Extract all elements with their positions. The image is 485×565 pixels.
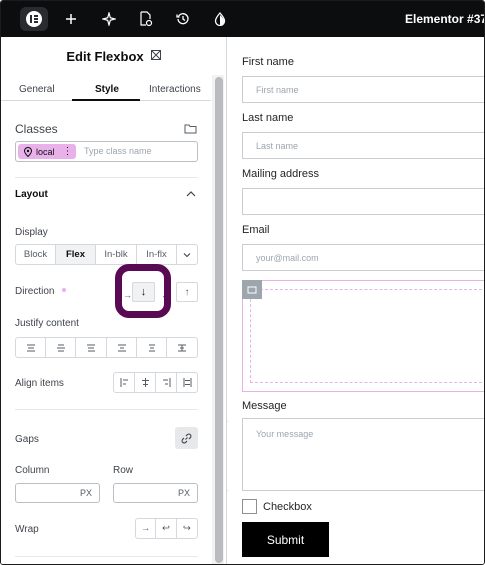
history-icon[interactable] [174,10,192,28]
wrap-toggle: → ↩ ↪ [135,518,198,539]
divider [15,556,198,557]
column-gap-unit[interactable]: PX [80,488,92,498]
align-items-label: Align items [15,378,64,389]
wrap-reverse-arrow-icon[interactable]: ↪ [177,519,197,538]
panel-header: Edit Flexbox [1,37,226,75]
canvas-preview: First name First name Last name Last nam… [228,37,484,564]
display-inline-flex-button[interactable]: In-flx [137,245,177,264]
row-gap-unit[interactable]: PX [178,488,190,498]
last-name-placeholder: Last name [256,141,299,151]
submit-button[interactable]: Submit [242,522,329,557]
flexbox-icon [150,49,162,64]
email-label: Email [242,224,270,236]
justify-space-around-button[interactable] [137,338,167,357]
tab-style[interactable]: Style [95,84,119,95]
wrap-arrow-icon[interactable]: ↩ [156,519,177,538]
align-items-toggle [113,372,198,393]
highlight-annotation-ring [115,264,171,318]
row-gap-input[interactable]: PX [113,483,198,503]
folder-icon[interactable] [184,123,197,137]
theme-drop-icon[interactable] [211,10,229,28]
app-frame: Elementor #373 Edit Flexbox General Styl… [0,0,485,565]
tab-general[interactable]: General [19,84,55,95]
style-indicator-dot [62,288,66,292]
align-center-button[interactable] [135,373,156,392]
row-gap-label: Row [113,465,134,476]
plus-icon[interactable] [62,10,80,28]
column-gap-input[interactable]: PX [15,483,100,503]
top-bar: Elementor #373 [1,1,485,37]
divider [15,409,198,410]
tab-interactions[interactable]: Interactions [149,84,201,95]
divider [15,177,198,178]
display-inline-block-button[interactable]: In-blk [96,245,137,264]
class-name-placeholder: Type class name [84,146,152,156]
class-selector-input[interactable]: local ⋮ Type class name [15,141,198,162]
justify-space-evenly-button[interactable] [167,338,197,357]
checkbox-label: Checkbox [263,501,312,513]
align-stretch-button[interactable] [177,373,197,392]
elementor-logo-icon[interactable] [20,7,48,31]
container-handle-icon[interactable] [242,280,262,299]
justify-content-label: Justify content [15,318,79,329]
display-block-button[interactable]: Block [16,245,56,264]
last-name-field[interactable]: Last name [242,132,484,159]
first-name-placeholder: First name [256,85,299,95]
panel-scroll-thumb[interactable] [215,77,223,563]
email-field[interactable]: your@mail.com [242,244,484,271]
display-flex-button[interactable]: Flex [56,245,96,264]
checkbox-input[interactable] [242,499,257,514]
message-label: Message [242,400,287,412]
chevron-up-icon[interactable] [186,189,196,201]
display-toggle: Block Flex In-blk In-flx [15,244,198,265]
justify-space-between-button[interactable] [107,338,137,357]
justify-end-button[interactable] [76,338,107,357]
map-pin-icon [23,146,33,157]
classes-label: Classes [15,122,58,136]
class-chip-label: local [36,146,55,157]
chevron-down-icon[interactable] [177,245,197,264]
more-vertical-icon[interactable]: ⋮ [63,146,73,156]
page-settings-icon[interactable] [137,10,155,28]
wrap-label: Wrap [15,524,39,535]
nowrap-arrow-icon[interactable]: → [136,519,157,538]
justify-start-button[interactable] [16,338,46,357]
message-field[interactable]: Your message [242,418,484,491]
link-icon[interactable] [175,427,198,449]
align-end-button[interactable] [156,373,177,392]
document-title: Elementor #373 [405,12,485,26]
flexbox-dropzone[interactable] [250,289,484,383]
message-placeholder: Your message [256,429,314,439]
editor-panel: Edit Flexbox General Style Interactions … [1,37,227,564]
column-gap-label: Column [15,465,50,476]
justify-center-button[interactable] [46,338,76,357]
last-name-label: Last name [242,112,294,124]
justify-content-toggle [15,337,198,358]
align-start-button[interactable] [114,373,135,392]
class-chip-local[interactable]: local ⋮ [18,144,76,159]
layout-section-title[interactable]: Layout [15,189,48,200]
mailing-address-field[interactable] [242,188,484,215]
direction-label: Direction [15,286,55,297]
active-tab-indicator [72,99,140,101]
panel-tabs: General Style Interactions [1,77,211,101]
direction-column-reverse-button[interactable]: ↑ [176,282,198,302]
display-label: Display [15,227,48,238]
first-name-field[interactable]: First name [242,76,484,103]
mailing-address-label: Mailing address [242,168,320,180]
first-name-label: First name [242,56,294,68]
panel-title: Edit Flexbox [66,48,144,64]
sparkle-icon[interactable] [100,10,118,28]
email-placeholder: your@mail.com [256,253,319,263]
gaps-label: Gaps [15,434,39,445]
